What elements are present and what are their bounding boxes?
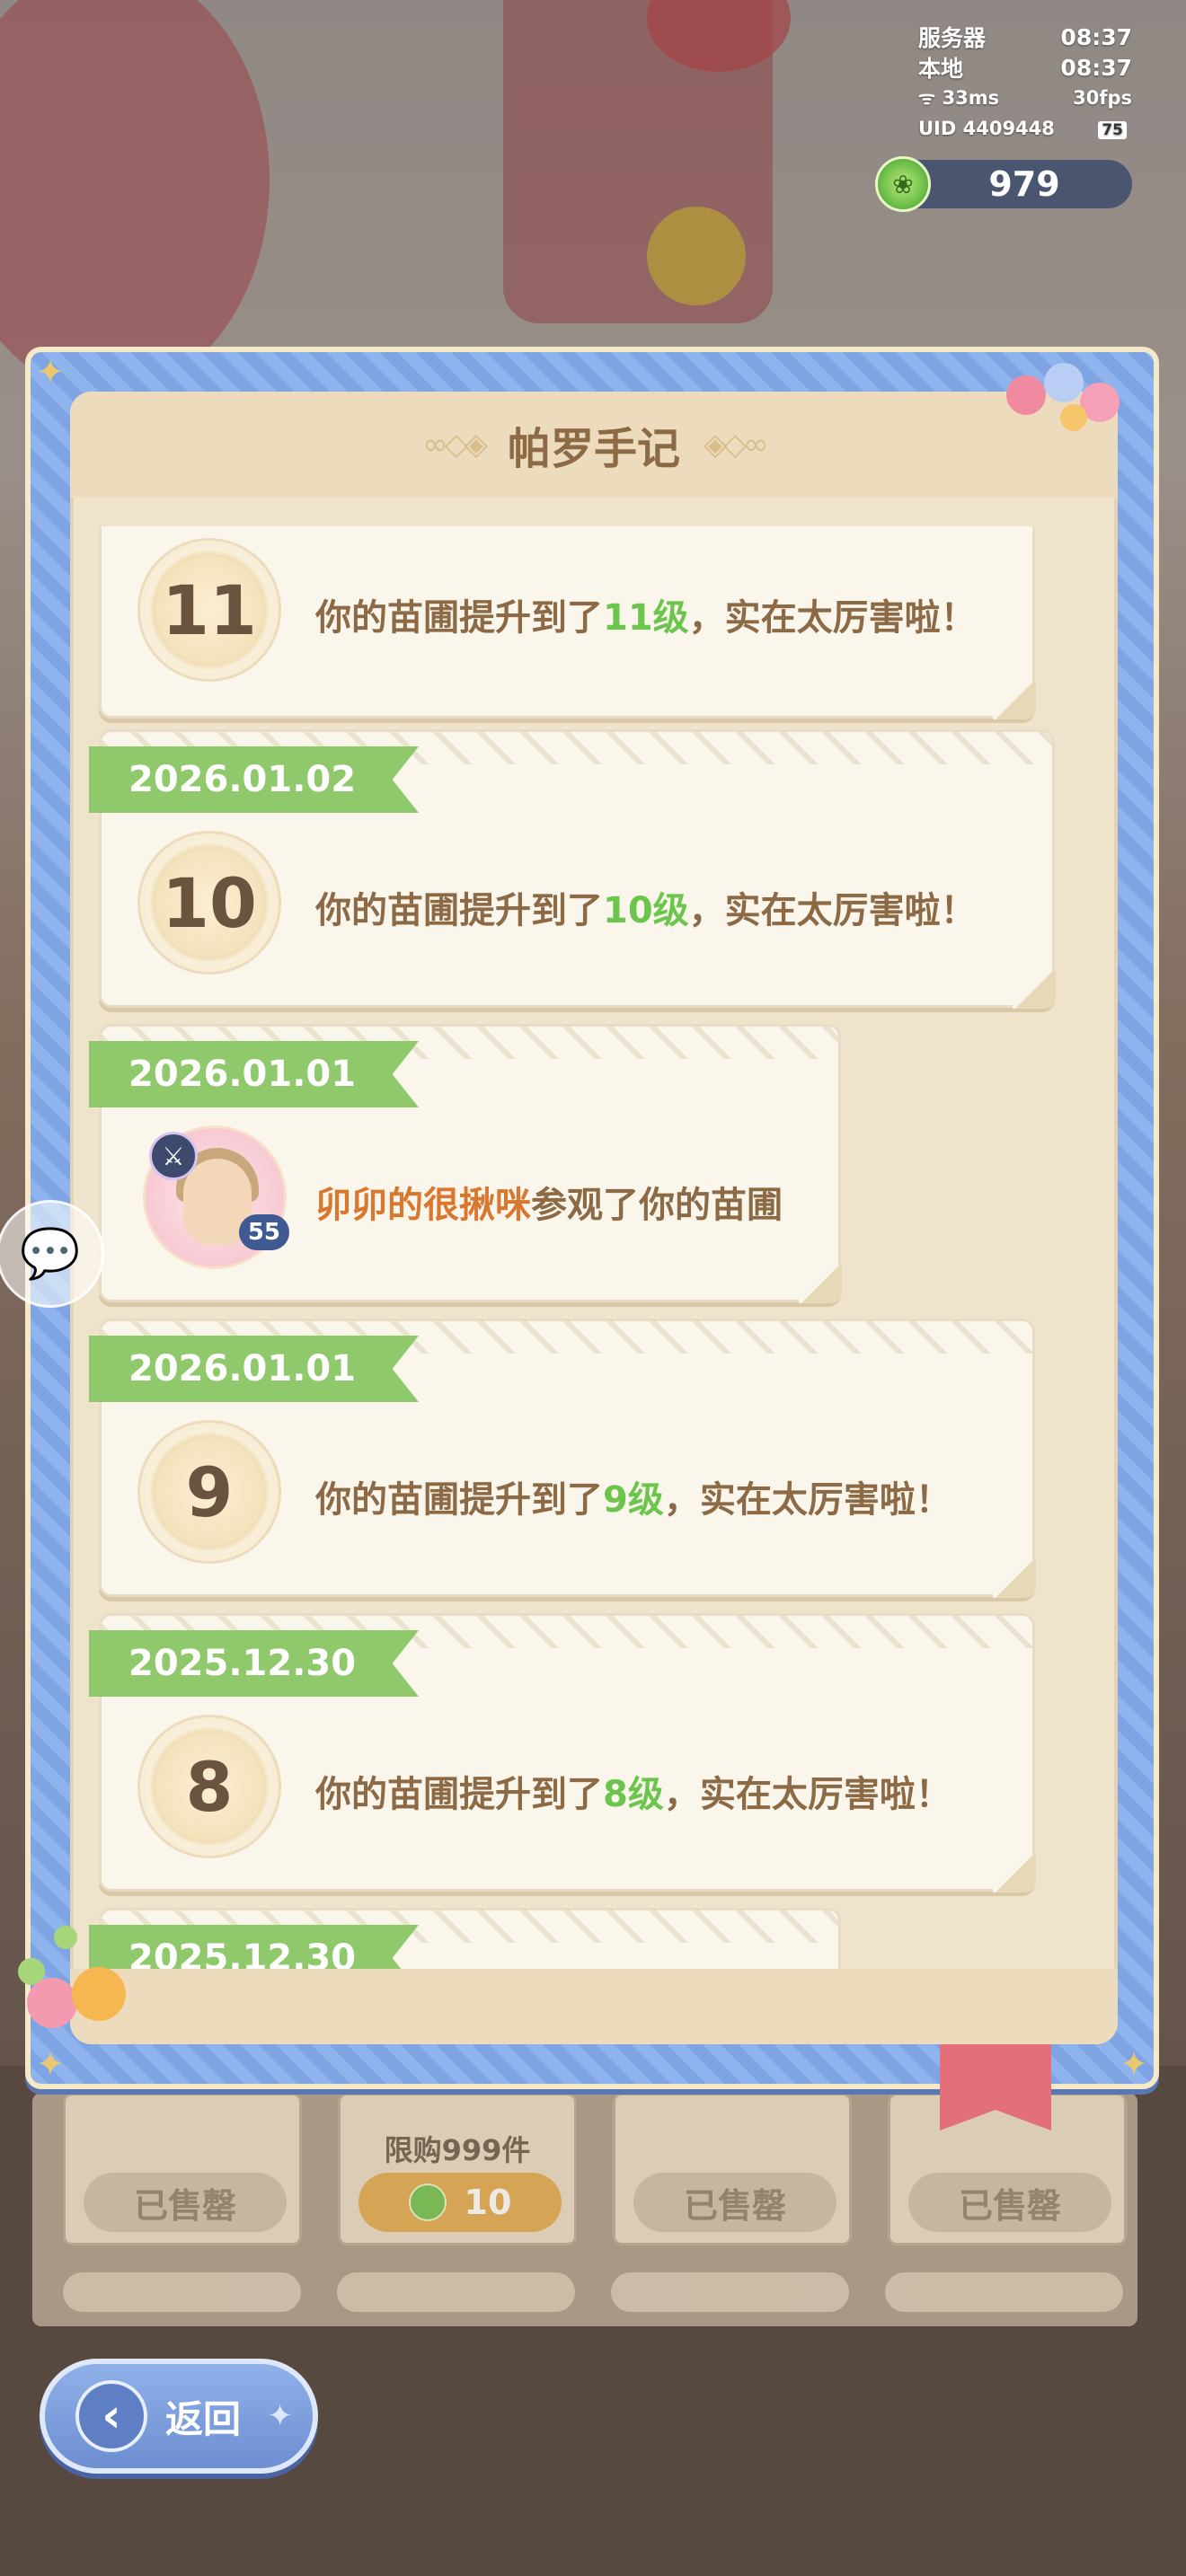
status-overlay: 服务器 08:37 本地 08:37 ᯤ 33ms 30fps UID 4409448… <box>918 22 1132 144</box>
sold-out-label: 已售罄 <box>633 2173 836 2232</box>
local-label: 本地 <box>918 56 964 82</box>
entry-message: 你的苗圃提升到了8级，实在太厉害啦！ <box>315 1774 951 1815</box>
shop-item-card: 已售罄 <box>63 2093 302 2245</box>
server-label: 服务器 <box>918 25 987 51</box>
back-button-label: 返回 <box>165 2396 242 2441</box>
shop-tabs <box>63 2272 1123 2312</box>
back-arrow-icon: ‹ <box>75 2380 147 2452</box>
ping-value: 33ms <box>942 87 1000 109</box>
page-title: 帕罗手记 <box>507 424 680 474</box>
journal-entry-card: 2025.12.30 <box>89 1908 841 1969</box>
entry-message: 卯卯的很揪咪参观了你的苗圃 <box>315 1185 783 1226</box>
sold-out-label: 已售罄 <box>908 2173 1111 2232</box>
chat-bubble-icon: 💬 <box>20 1225 81 1282</box>
entry-message: 你的苗圃提升到了11级，实在太厉害啦！ <box>315 597 977 639</box>
chat-button[interactable]: 💬 <box>0 1200 104 1308</box>
price-button: 10 <box>358 2173 562 2232</box>
level-badge: 11 <box>137 538 281 682</box>
level-badge: 8 <box>137 1715 281 1858</box>
journal-entry-card: 11 你的苗圃提升到了11级，实在太厉害啦！ <box>99 526 1036 719</box>
journal-title-bar: ∞◇◈ 帕罗手记 ◈◇∞ <box>70 392 1118 498</box>
corner-ornament-icon: ✦ <box>36 2044 65 2084</box>
avatar-level-badge: 55 <box>238 1214 289 1250</box>
title-ornament-icon: ◈◇∞ <box>704 427 769 463</box>
uid-label: UID 4409448 <box>918 118 1055 139</box>
currency-display[interactable]: ❀ 979 <box>875 156 1132 212</box>
leaf-coin-icon <box>408 2183 447 2221</box>
page-curl-icon <box>1013 971 1056 1009</box>
corner-ornament-icon: ✦ <box>36 352 65 392</box>
page-curl-icon <box>993 682 1036 719</box>
wifi-icon: ᯤ <box>918 87 936 109</box>
entry-message: 你的苗圃提升到了9级，实在太厉害啦！ <box>315 1479 951 1521</box>
server-time: 08:37 <box>1060 23 1132 50</box>
fps-value: 30fps <box>1073 87 1132 109</box>
emblem-icon: ⚔ <box>149 1132 198 1180</box>
leaf-coin-icon: ❀ <box>875 156 931 212</box>
corner-ornament-icon: ✦ <box>1120 2044 1148 2084</box>
avatar[interactable]: ⚔ 55 <box>143 1125 289 1269</box>
shop-item-card: 已售罄 <box>613 2093 852 2245</box>
panel-footer <box>70 1969 1118 2044</box>
back-button[interactable]: ‹ 返回 ✦ <box>40 2359 318 2474</box>
journal-entry-list[interactable]: 11 你的苗圃提升到了11级，实在太厉害啦！ 2026.01.02 10 你的苗… <box>70 526 1118 1969</box>
battery-icon: 75 <box>1098 121 1127 139</box>
sold-out-label: 已售罄 <box>84 2173 287 2232</box>
page-curl-icon <box>993 1855 1036 1892</box>
date-tag: 2025.12.30 <box>89 1630 420 1697</box>
journal-entry-card: 2026.01.01 9 你的苗圃提升到了9级，实在太厉害啦！ <box>89 1319 1036 1598</box>
purchase-limit-label: 限购999件 <box>384 2133 531 2167</box>
price-value: 10 <box>464 2183 512 2222</box>
journal-entry-card: 2026.01.01 ⚔ 55 卯卯的很揪咪参观了你的苗圃 <box>89 1024 842 1303</box>
level-badge: 10 <box>137 831 281 975</box>
sparkle-icon: ✦ <box>267 2398 294 2434</box>
date-tag: 2026.01.02 <box>89 746 420 813</box>
visitor-name[interactable]: 卯卯的很揪咪 <box>315 1185 531 1226</box>
title-ornament-icon: ∞◇◈ <box>422 427 488 463</box>
page-curl-icon <box>993 1560 1036 1598</box>
shop-item-card: 限购999件 10 <box>338 2093 577 2245</box>
journal-entry-card: 2025.12.30 8 你的苗圃提升到了8级，实在太厉害啦！ <box>89 1613 1036 1892</box>
local-time: 08:37 <box>1060 54 1132 81</box>
date-tag: 2026.01.01 <box>89 1041 420 1107</box>
flower-decoration-icon <box>0 1895 153 2048</box>
journal-entry-card: 2026.01.02 10 你的苗圃提升到了10级，实在太厉害啦！ <box>89 729 1056 1009</box>
flower-decoration-icon <box>979 357 1159 456</box>
shop-item-card: 已售罄 <box>888 2093 1127 2245</box>
date-tag: 2026.01.01 <box>89 1336 420 1402</box>
currency-amount: 979 <box>988 164 1060 204</box>
level-badge: 9 <box>137 1420 281 1564</box>
page-curl-icon <box>799 1266 842 1303</box>
entry-message: 你的苗圃提升到了10级，实在太厉害啦！ <box>315 890 977 931</box>
